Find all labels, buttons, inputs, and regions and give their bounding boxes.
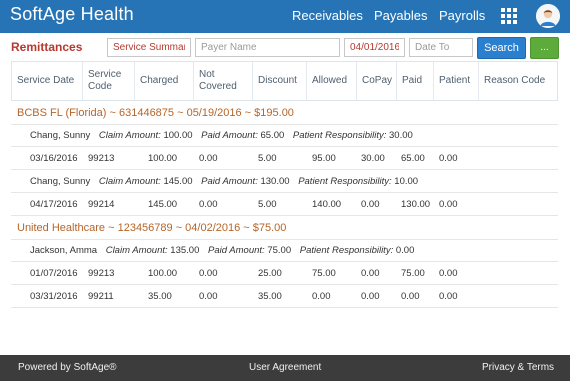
patient-responsibility-label: Patient Responsibility:	[298, 176, 392, 187]
paid-amount-label: Paid Amount:	[208, 245, 265, 256]
paid-amount-label: Paid Amount:	[201, 176, 258, 187]
header-allowed[interactable]: Allowed	[306, 62, 356, 100]
search-button[interactable]: Search	[477, 37, 526, 59]
patient-responsibility: 0.00	[395, 245, 415, 256]
paid-amount: 65.00	[260, 130, 285, 141]
paid-amount-label: Paid Amount:	[201, 130, 258, 141]
payer-group-row[interactable]: United Healthcare ~ 123456789 ~ 04/02/20…	[11, 216, 558, 240]
paid-cell: 75.00	[401, 268, 425, 279]
header-reason-code[interactable]: Reason Code	[478, 62, 557, 100]
apps-grid-icon[interactable]	[500, 7, 517, 24]
user-agreement-link[interactable]: User Agreement	[249, 362, 321, 373]
section-title: Remittances	[11, 40, 83, 54]
user-avatar-icon[interactable]	[536, 4, 560, 28]
allowed-cell: 75.00	[312, 268, 336, 279]
patient-name: Chang, Sunny	[30, 176, 91, 187]
nav-receivables[interactable]: Receivables	[292, 8, 363, 23]
paid-amount: 75.00	[267, 245, 292, 256]
nav-payrolls[interactable]: Payrolls	[439, 8, 485, 23]
patient-cell: 0.00	[439, 268, 458, 279]
discount-cell: 5.00	[258, 153, 277, 164]
allowed-cell: 95.00	[312, 153, 336, 164]
charged-cell: 100.00	[148, 268, 178, 279]
app-title[interactable]: SoftAge Health	[10, 4, 134, 25]
service-line-row[interactable]: 03/31/2016 99211 35.00 0.00 35.00 0.00 0…	[11, 285, 558, 308]
patient-name: Chang, Sunny	[30, 130, 91, 141]
patient-responsibility-label: Patient Responsibility:	[292, 130, 387, 141]
date-to-input[interactable]	[409, 38, 473, 57]
claim-amount-label: Claim Amount:	[98, 176, 161, 187]
claim-summary-row[interactable]: Chang, Sunny Claim Amount: 145.00 Paid A…	[11, 170, 558, 193]
header-discount[interactable]: Discount	[252, 62, 306, 100]
privacy-terms-link[interactable]: Privacy & Terms	[482, 362, 554, 373]
not-covered-cell: 0.00	[199, 268, 218, 279]
payer-group-row[interactable]: BCBS FL (Florida) ~ 631446875 ~ 05/19/20…	[11, 101, 558, 125]
powered-by-text: Powered by SoftAge®	[18, 362, 117, 373]
patient-responsibility: 30.00	[389, 130, 413, 141]
service-date-cell: 01/07/2016	[30, 268, 78, 279]
not-covered-cell: 0.00	[199, 199, 218, 210]
claim-amount-label: Claim Amount:	[105, 245, 168, 256]
patient-responsibility: 10.00	[394, 176, 419, 187]
service-line-row[interactable]: 04/17/2016 99214 145.00 0.00 5.00 140.00…	[11, 193, 558, 216]
service-code-cell: 99213	[88, 268, 115, 279]
claim-amount: 100.00	[163, 130, 193, 141]
payer-name-input[interactable]	[195, 38, 340, 57]
charged-cell: 35.00	[148, 291, 172, 302]
service-code-cell: 99211	[88, 291, 114, 302]
patient-cell: 0.00	[439, 153, 458, 164]
page-footer: Powered by SoftAge® User Agreement Priva…	[0, 355, 570, 381]
copay-cell: 0.00	[361, 268, 380, 279]
service-line-row[interactable]: 03/16/2016 99213 100.00 0.00 5.00 95.00 …	[11, 147, 558, 170]
service-code-cell: 99213	[88, 153, 115, 164]
service-line-row[interactable]: 01/07/2016 99213 100.00 0.00 25.00 75.00…	[11, 262, 558, 285]
header-service-code[interactable]: Service Code	[82, 62, 134, 100]
copay-cell: 30.00	[361, 153, 385, 164]
charged-cell: 100.00	[148, 153, 178, 164]
discount-cell: 5.00	[258, 199, 277, 210]
patient-cell: 0.00	[439, 199, 458, 210]
copay-cell: 0.00	[361, 291, 380, 302]
service-code-cell: 99214	[88, 199, 115, 210]
filter-bar: Remittances Search ...	[0, 33, 570, 61]
view-select[interactable]	[107, 38, 191, 57]
paid-amount: 130.00	[260, 176, 290, 187]
top-navbar: SoftAge Health Receivables Payables Payr…	[0, 0, 570, 33]
service-date-cell: 03/31/2016	[30, 291, 78, 302]
more-button[interactable]: ...	[530, 37, 559, 59]
paid-cell: 65.00	[401, 153, 425, 164]
table-header: Service Date Service Code Charged Not Co…	[11, 61, 558, 101]
claim-amount: 145.00	[163, 176, 193, 187]
discount-cell: 25.00	[258, 268, 282, 279]
patient-name: Jackson, Amma	[30, 245, 98, 256]
paid-cell: 130.00	[401, 199, 431, 210]
discount-cell: 35.00	[258, 291, 282, 302]
claim-summary-row[interactable]: Chang, Sunny Claim Amount: 100.00 Paid A…	[11, 124, 558, 147]
patient-responsibility-label: Patient Responsibility:	[299, 245, 394, 256]
header-service-date[interactable]: Service Date	[12, 62, 82, 100]
not-covered-cell: 0.00	[199, 153, 218, 164]
charged-cell: 145.00	[148, 199, 178, 210]
header-not-covered[interactable]: Not Covered	[193, 62, 252, 100]
service-date-cell: 04/17/2016	[30, 199, 78, 210]
allowed-cell: 0.00	[312, 291, 331, 302]
claim-summary-row[interactable]: Jackson, Amma Claim Amount: 135.00 Paid …	[11, 239, 558, 262]
claim-amount: 135.00	[170, 245, 200, 256]
service-date-cell: 03/16/2016	[30, 153, 78, 164]
header-copay[interactable]: CoPay	[356, 62, 396, 100]
patient-cell: 0.00	[439, 291, 458, 302]
header-patient[interactable]: Patient	[433, 62, 478, 100]
claim-amount-label: Claim Amount:	[98, 130, 161, 141]
header-paid[interactable]: Paid	[396, 62, 433, 100]
copay-cell: 0.00	[361, 199, 380, 210]
nav-payables[interactable]: Payables	[374, 8, 427, 23]
allowed-cell: 140.00	[312, 199, 342, 210]
header-charged[interactable]: Charged	[134, 62, 193, 100]
date-from-input[interactable]	[344, 38, 405, 57]
paid-cell: 0.00	[401, 291, 420, 302]
not-covered-cell: 0.00	[199, 291, 218, 302]
